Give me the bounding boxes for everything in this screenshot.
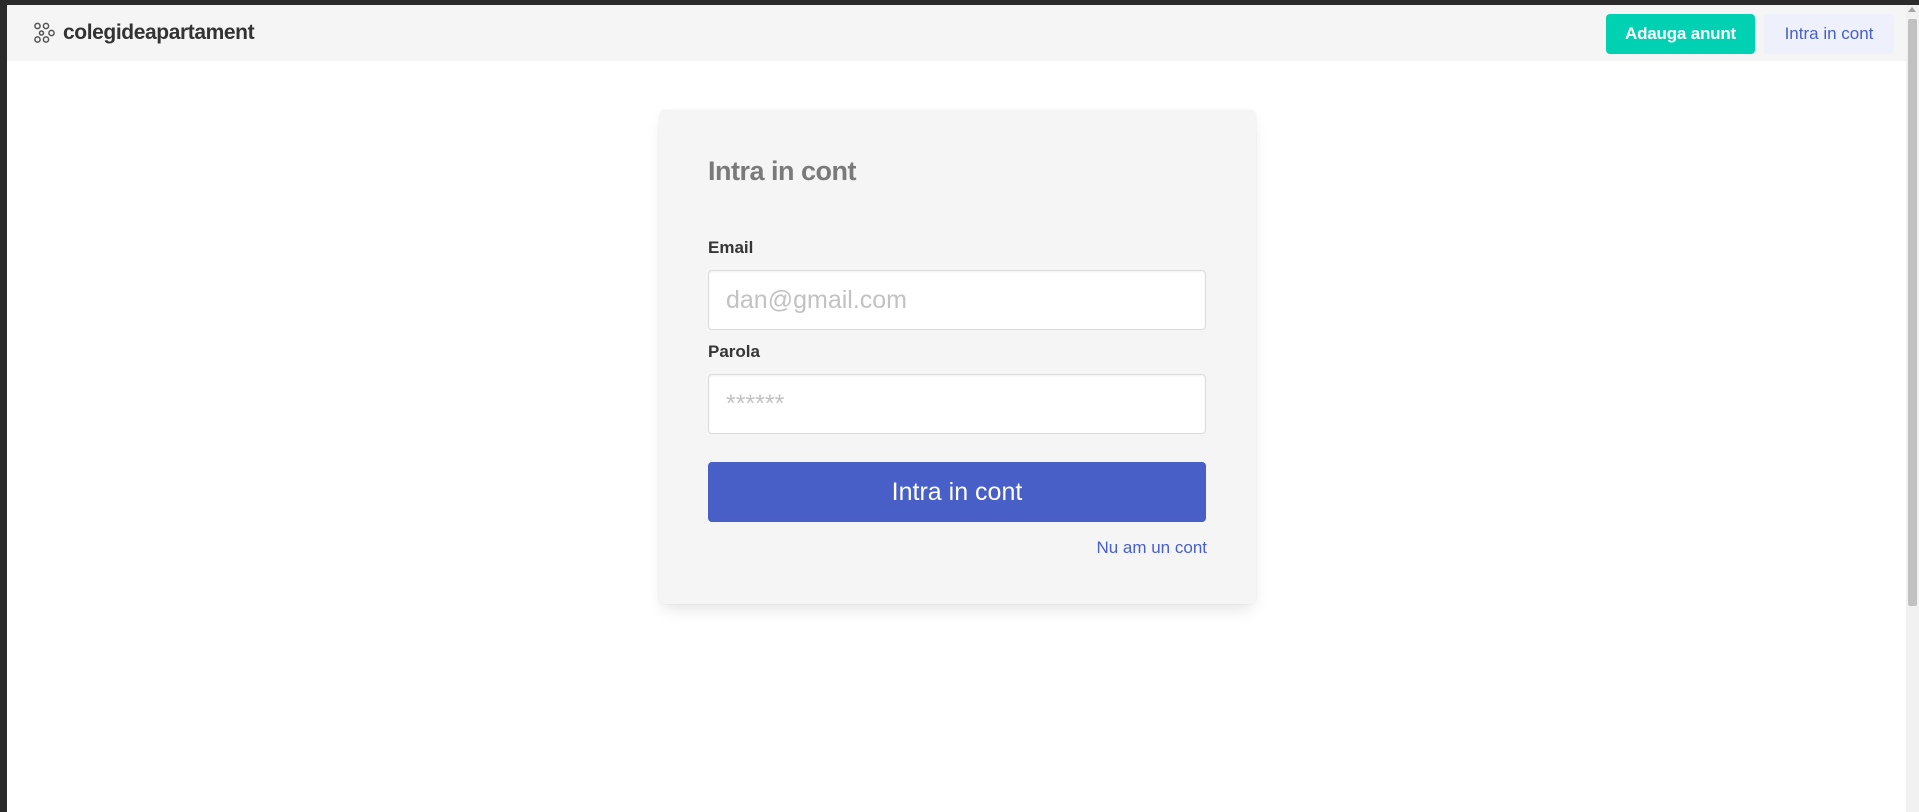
password-label: Parola: [708, 342, 760, 361]
login-card: Intra in cont Email Parola Intra in cont…: [659, 110, 1256, 604]
add-listing-button[interactable]: Adauga anunt: [1606, 14, 1755, 54]
password-input[interactable]: [708, 374, 1206, 434]
scroll-up-arrow-icon[interactable]: [1908, 7, 1916, 12]
brand-name: colegideapartament: [63, 21, 255, 44]
browser-viewport: colegideapartament Adauga anunt Intra in…: [7, 5, 1919, 812]
navbar: colegideapartament Adauga anunt Intra in…: [7, 5, 1906, 61]
vertical-scrollbar[interactable]: [1906, 5, 1919, 812]
login-submit-button[interactable]: Intra in cont: [708, 462, 1206, 522]
login-nav-button[interactable]: Intra in cont: [1764, 14, 1894, 54]
brand-link[interactable]: colegideapartament: [33, 5, 255, 61]
brand-network-icon: [34, 22, 55, 43]
email-input[interactable]: [708, 270, 1206, 330]
scrollbar-thumb[interactable]: [1908, 19, 1917, 606]
register-link[interactable]: Nu am un cont: [1096, 538, 1207, 558]
login-title: Intra in cont: [708, 156, 857, 186]
email-label: Email: [708, 238, 754, 257]
